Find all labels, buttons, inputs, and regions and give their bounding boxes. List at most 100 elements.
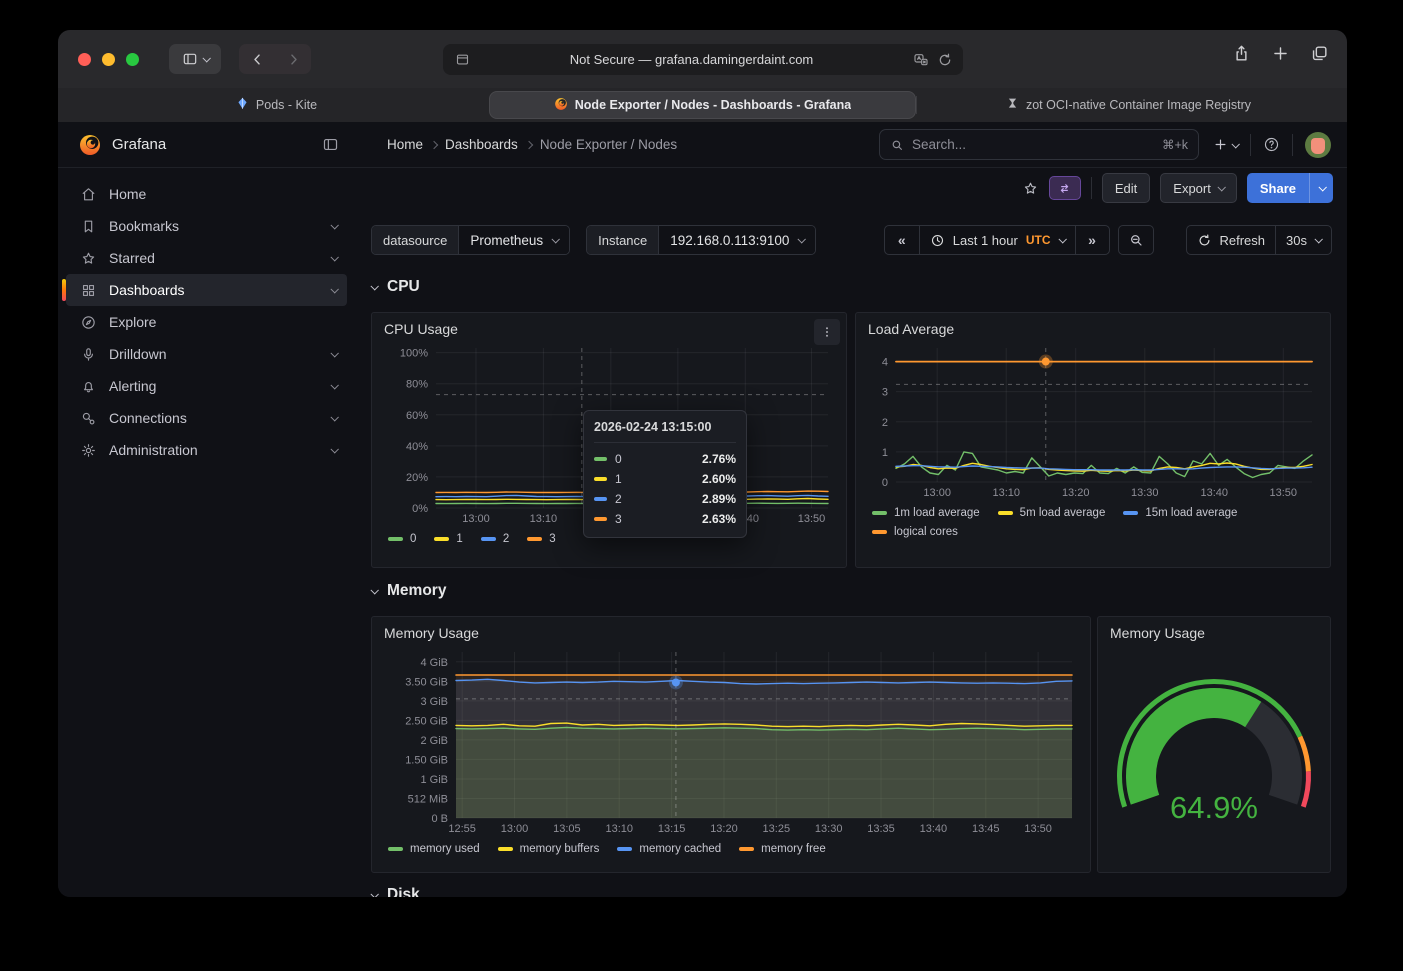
edit-button[interactable]: Edit xyxy=(1102,173,1150,203)
svg-text:13:50: 13:50 xyxy=(798,513,826,525)
legend-item[interactable]: 5m load average xyxy=(998,507,1106,519)
legend-item[interactable]: memory cached xyxy=(617,843,721,855)
svg-text:3 GiB: 3 GiB xyxy=(420,696,448,708)
refresh-button[interactable]: Refresh xyxy=(1187,226,1276,254)
share-button[interactable]: Share xyxy=(1247,173,1309,203)
svg-text:13:50: 13:50 xyxy=(1270,487,1298,499)
tooltip-timestamp: 2026-02-24 13:15:00 xyxy=(594,420,736,443)
plus-icon xyxy=(1213,137,1228,152)
translate-icon[interactable] xyxy=(913,52,929,68)
panel-title[interactable]: Memory Usage xyxy=(382,623,1080,645)
chevron-down-icon xyxy=(370,586,378,594)
star-button[interactable] xyxy=(1022,180,1039,197)
time-shift-back-button[interactable]: « xyxy=(885,226,919,254)
panel-memory-usage: Memory Usage 0 B512 MiB1 GiB1.50 GiB2 Gi… xyxy=(371,616,1091,873)
legend-item[interactable]: 0 xyxy=(388,533,416,545)
sidebar-item-connections[interactable]: Connections xyxy=(66,402,347,434)
grafana-top-nav: Grafana HomeDashboardsNode Exporter / No… xyxy=(58,122,1347,168)
svg-text:13:10: 13:10 xyxy=(605,823,633,835)
address-bar[interactable]: Not Secure — grafana.damingerdaint.com xyxy=(443,44,963,75)
legend-item[interactable]: memory buffers xyxy=(498,843,600,855)
add-button[interactable] xyxy=(1213,137,1238,152)
grafana-brand[interactable]: Grafana xyxy=(58,133,355,157)
svg-text:13:10: 13:10 xyxy=(530,513,558,525)
refresh-interval-button[interactable]: 30s xyxy=(1275,226,1331,254)
bell-icon xyxy=(80,378,97,395)
share-icon[interactable] xyxy=(1232,44,1251,63)
browser-toolbar: Not Secure — grafana.damingerdaint.com xyxy=(58,30,1347,88)
legend-item[interactable]: memory free xyxy=(739,843,826,855)
section-memory[interactable]: Memory xyxy=(371,582,446,600)
collapse-sidebar-icon[interactable] xyxy=(322,136,339,153)
minimize-window-icon[interactable] xyxy=(102,53,115,66)
sidebar-item-alerting[interactable]: Alerting xyxy=(66,370,347,402)
dashboard-controls: datasource Prometheus Instance 192.168.0… xyxy=(371,225,1332,255)
browser-tab-2[interactable]: zot OCI-native Container Image Registry xyxy=(916,88,1341,122)
legend-item[interactable]: memory used xyxy=(388,843,480,855)
forward-button[interactable] xyxy=(275,52,311,67)
tooltip-row: 02.76% xyxy=(594,449,736,469)
datasource-variable[interactable]: datasource Prometheus xyxy=(371,225,570,255)
search-input[interactable]: Search... ⌘+k xyxy=(879,129,1199,160)
chart-tooltip: 2026-02-24 13:15:00 02.76%12.60%22.89%32… xyxy=(583,410,747,538)
plug-icon xyxy=(80,410,97,427)
breadcrumb-item[interactable]: Dashboards xyxy=(445,137,518,152)
legend-item[interactable]: logical cores xyxy=(872,526,958,538)
sidebar-item-administration[interactable]: Administration xyxy=(66,434,347,466)
zoom-window-icon[interactable] xyxy=(126,53,139,66)
legend-item[interactable]: 15m load average xyxy=(1123,507,1237,519)
legend-item[interactable]: 3 xyxy=(527,533,555,545)
close-window-icon[interactable] xyxy=(78,53,91,66)
tab-overview-icon[interactable] xyxy=(1310,44,1329,63)
sidebar-item-dashboards[interactable]: Dashboards xyxy=(66,274,347,306)
new-tab-icon[interactable] xyxy=(1271,44,1290,63)
sidebar-item-home[interactable]: Home xyxy=(66,178,347,210)
memory-usage-chart[interactable]: 0 B512 MiB1 GiB1.50 GiB2 GiB2.50 GiB3 Gi… xyxy=(382,645,1080,837)
reload-icon[interactable] xyxy=(937,52,953,68)
avatar[interactable] xyxy=(1305,132,1331,158)
back-button[interactable] xyxy=(239,52,275,67)
sidebar-icon xyxy=(182,51,198,67)
browser-tab-0[interactable]: Pods - Kite xyxy=(64,88,489,122)
svg-text:40%: 40% xyxy=(406,441,428,453)
dashboard-toolbar: Edit Export Share xyxy=(355,168,1347,208)
home-icon xyxy=(80,186,97,203)
browser-tab-1[interactable]: Node Exporter / Nodes - Dashboards - Gra… xyxy=(489,91,916,119)
section-disk[interactable]: Disk xyxy=(371,886,420,897)
shared-crosshair-button[interactable] xyxy=(1049,176,1081,200)
section-cpu[interactable]: CPU xyxy=(371,278,420,296)
help-button[interactable] xyxy=(1263,136,1280,153)
panel-title[interactable]: Load Average xyxy=(866,319,1320,341)
sidebar-item-bookmarks[interactable]: Bookmarks xyxy=(66,210,347,242)
chevron-down-icon xyxy=(552,235,560,243)
time-range-button[interactable]: Last 1 hour UTC xyxy=(919,226,1075,254)
chevron-down-icon xyxy=(330,381,338,389)
sidebar-item-starred[interactable]: Starred xyxy=(66,242,347,274)
zoom-out-button[interactable] xyxy=(1118,225,1154,255)
panel-title[interactable]: CPU Usage xyxy=(382,319,836,341)
chevron-down-icon xyxy=(330,413,338,421)
sidebar: HomeBookmarksStarredDashboardsExploreDri… xyxy=(58,168,355,897)
svg-text:13:40: 13:40 xyxy=(1200,487,1228,499)
svg-text:0: 0 xyxy=(882,477,888,489)
legend-item[interactable]: 2 xyxy=(481,533,509,545)
chevron-down-icon xyxy=(1318,183,1326,191)
chevron-right-icon xyxy=(430,140,438,148)
grafana-app: Grafana HomeDashboardsNode Exporter / No… xyxy=(58,122,1347,897)
clock-icon xyxy=(930,233,945,248)
panel-title[interactable]: Memory Usage xyxy=(1108,623,1320,645)
tooltip-row: 32.63% xyxy=(594,509,736,529)
instance-variable[interactable]: Instance 192.168.0.113:9100 xyxy=(586,225,816,255)
time-shift-forward-button[interactable]: » xyxy=(1075,226,1109,254)
screen: Not Secure — grafana.damingerdaint.com P… xyxy=(0,0,1403,971)
panel-load-average: Load Average 0123413:0013:1013:2013:3013… xyxy=(855,312,1331,568)
sidebar-item-explore[interactable]: Explore xyxy=(66,306,347,338)
load-average-chart[interactable]: 0123413:0013:1013:2013:3013:4013:50 xyxy=(866,341,1320,501)
browser-sidebar-button[interactable] xyxy=(169,44,221,74)
share-menu-button[interactable] xyxy=(1309,173,1333,203)
sidebar-item-drilldown[interactable]: Drilldown xyxy=(66,338,347,370)
breadcrumb-item[interactable]: Home xyxy=(387,137,423,152)
legend-item[interactable]: 1 xyxy=(434,533,462,545)
legend-item[interactable]: 1m load average xyxy=(872,507,980,519)
export-button[interactable]: Export xyxy=(1160,173,1237,203)
